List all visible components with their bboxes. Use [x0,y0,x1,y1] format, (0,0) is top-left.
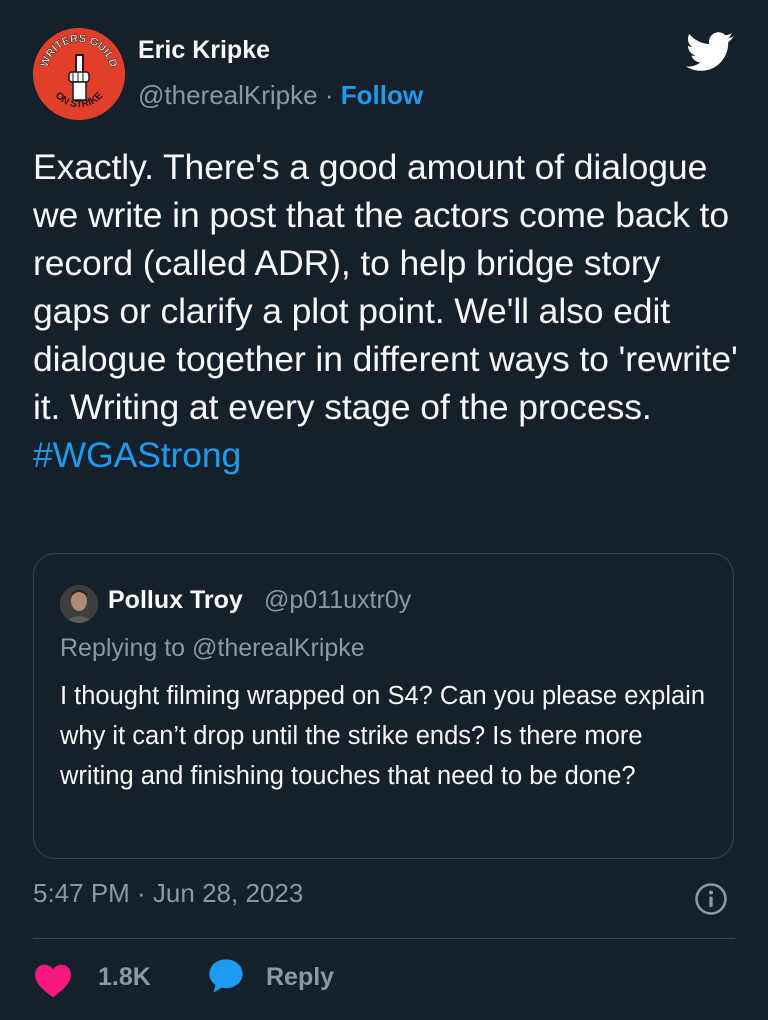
like-button[interactable] [33,958,73,1002]
separator-dot: · [324,80,334,110]
tweet-body: Exactly. There's a good amount of dialog… [33,143,738,479]
person-avatar-icon [60,585,98,623]
author-avatar[interactable]: WRITERS GUILD ON STRIKE [33,28,125,120]
reply-button[interactable] [206,956,246,996]
like-count: 1.8K [98,963,151,991]
follow-button[interactable]: Follow [341,80,423,110]
hashtag-link[interactable]: #WGAStrong [33,435,241,475]
quoted-tweet[interactable]: Pollux Troy @p011uxtr0y Replying to @the… [33,553,734,859]
info-icon[interactable] [694,882,728,916]
author-meta: @therealKripke · Follow [138,80,423,111]
heart-icon [35,964,71,998]
quoted-author-name[interactable]: Pollux Troy [108,586,243,615]
author-name[interactable]: Eric Kripke [138,36,270,65]
twitter-bird-icon[interactable] [686,32,734,72]
quoted-author-handle[interactable]: @p011uxtr0y [264,586,411,615]
speech-bubble-icon [209,959,243,993]
tweet-text: Exactly. There's a good amount of dialog… [33,147,738,427]
author-handle[interactable]: @therealKripke [138,80,318,110]
quoted-tweet-text: I thought filming wrapped on S4? Can you… [60,682,706,790]
tweet-timestamp[interactable]: 5:47 PM · Jun 28, 2023 [33,878,303,909]
writers-guild-strike-logo: WRITERS GUILD ON STRIKE [33,28,125,120]
replying-to-label: Replying to @therealKripke [60,634,365,662]
tweet-card: WRITERS GUILD ON STRIKE Eric Kripke @the… [0,0,768,1020]
reply-label[interactable]: Reply [266,963,334,992]
divider [33,938,735,939]
quoted-author-avatar[interactable] [60,585,98,623]
